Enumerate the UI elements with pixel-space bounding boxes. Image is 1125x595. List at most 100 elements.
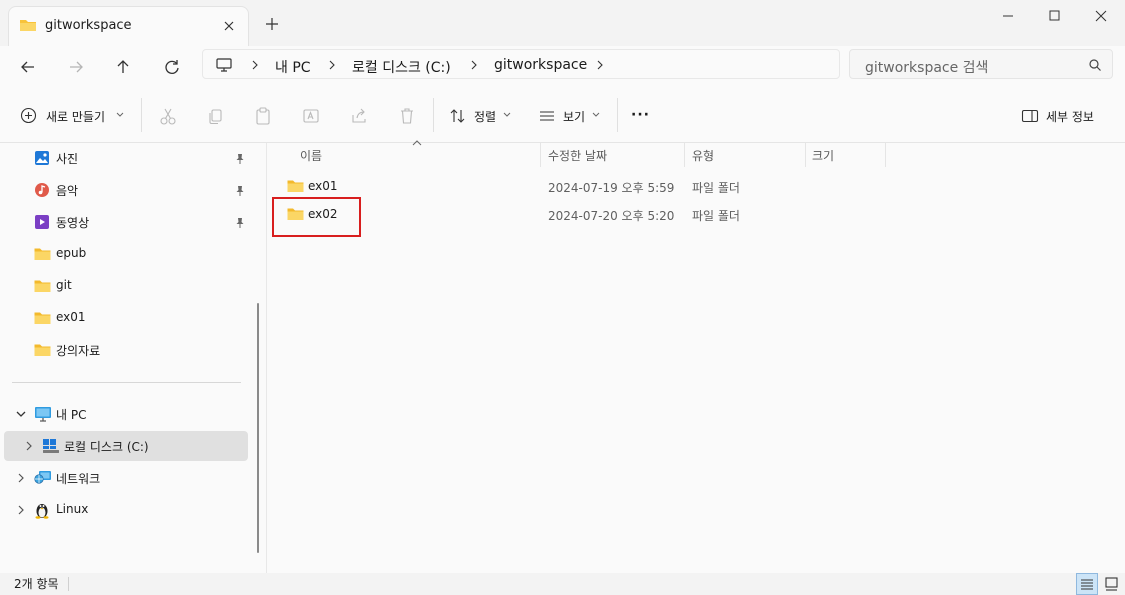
sidebar-item-local-disk[interactable]: 로컬 디스크 (C:) [4,431,248,461]
search-placeholder: gitworkspace 검색 [865,60,989,76]
sidebar-item-label: epub [56,246,87,260]
large-icons-view-button[interactable] [1101,573,1123,595]
new-button[interactable]: 새로 만들기 [20,102,132,130]
sort-ascending-icon [412,139,422,147]
file-modified: 2024-07-20 오후 5:20 [548,209,675,223]
pin-icon [234,153,246,165]
column-divider[interactable] [684,143,685,167]
tab-gitworkspace[interactable]: gitworkspace [8,6,249,47]
folder-icon [19,17,37,33]
chevron-down-icon[interactable] [15,408,27,420]
toolbar-divider [617,98,618,132]
breadcrumb-chevron-icon [327,57,337,73]
folder-icon [34,311,51,325]
sidebar-item-lecture-materials[interactable]: 강의자료 [4,335,248,365]
sidebar-item-linux[interactable]: Linux [4,495,248,525]
drive-icon [42,438,60,454]
column-header-name[interactable]: 이름 [300,147,322,164]
sidebar-item-photos[interactable]: 사진 [4,143,248,173]
delete-button[interactable] [397,102,417,130]
column-header-row: 이름 수정한 날짜 유형 크기 [278,140,1108,167]
tab-close-icon[interactable] [219,16,239,36]
file-name: ex01 [308,179,338,193]
breadcrumb-chevron-icon[interactable] [595,57,605,73]
address-bar[interactable]: 내 PC 로컬 디스크 (C:) gitworkspace [202,49,840,79]
sidebar-item-label: 음악 [56,184,79,198]
folder-icon [34,247,51,261]
command-bar: 새로 만들기 정렬 보기 ··· 세부 정보 [0,88,1125,143]
column-divider[interactable] [805,143,806,167]
sidebar-item-videos[interactable]: 동영상 [4,207,248,237]
details-view-button[interactable] [1076,573,1098,595]
chevron-down-icon [116,112,124,118]
file-row-ex01[interactable]: ex01 2024-07-19 오후 5:59 파일 폴더 [278,173,1108,199]
details-pane-button[interactable]: 세부 정보 [1021,102,1111,130]
sidebar-item-label: 내 PC [56,408,87,422]
linux-icon [34,501,50,519]
back-button[interactable] [13,52,43,82]
maximize-button[interactable] [1031,4,1077,28]
details-pane-icon [1021,108,1039,124]
rename-button[interactable] [301,102,321,130]
pc-icon [215,57,233,73]
view-button[interactable]: 보기 [538,102,602,130]
cut-button[interactable] [158,102,178,130]
column-header-size[interactable]: 크기 [812,147,834,164]
file-type: 파일 폴더 [692,209,740,223]
sidebar-item-label: git [56,278,72,292]
breadcrumb-item-local-disk[interactable]: 로컬 디스크 (C:) [352,57,451,77]
window-close-button[interactable] [1078,4,1124,28]
chevron-right-icon[interactable] [23,440,35,452]
column-header-modified[interactable]: 수정한 날짜 [548,147,607,164]
music-icon [34,182,50,198]
file-type: 파일 폴더 [692,181,740,195]
breadcrumb-item-pc[interactable]: 내 PC [275,57,311,77]
copy-button[interactable] [206,102,226,130]
pc-icon [34,406,52,422]
toolbar-divider [141,98,142,132]
sidebar-item-network[interactable]: 네트워크 [4,463,248,493]
sort-icon [449,107,467,125]
column-divider[interactable] [885,143,886,167]
minimize-button[interactable] [985,4,1031,28]
search-input[interactable]: gitworkspace 검색 [849,49,1113,79]
navigation-pane: 사진 음악 동영상 epub git ex01 강의자료 내 PC 로컬 디스크… [0,143,266,573]
new-button-label: 새로 만들기 [46,110,106,124]
refresh-button[interactable] [157,52,187,82]
file-row-ex02[interactable]: ex02 2024-07-20 오후 5:20 파일 폴더 [278,201,1108,227]
sort-button[interactable]: 정렬 [449,102,513,130]
more-options-button[interactable]: ··· [631,107,650,135]
video-icon [34,214,50,230]
folder-icon [34,279,51,293]
column-divider[interactable] [540,143,541,167]
content-area: 사진 음악 동영상 epub git ex01 강의자료 내 PC 로컬 디스크… [0,140,1125,573]
sidebar-scrollbar[interactable] [257,303,259,553]
view-button-label: 보기 [563,110,586,124]
sidebar-item-git[interactable]: git [4,271,248,301]
sidebar-item-this-pc[interactable]: 내 PC [4,399,248,429]
up-button[interactable] [108,52,138,82]
network-icon [34,470,52,486]
new-tab-button[interactable] [262,14,282,34]
view-list-icon [538,108,556,124]
forward-button[interactable] [61,52,91,82]
photos-icon [34,150,50,166]
sidebar-item-epub[interactable]: epub [4,239,248,269]
chevron-right-icon[interactable] [15,472,27,484]
column-header-type[interactable]: 유형 [692,147,714,164]
folder-icon [287,179,304,193]
tab-title: gitworkspace [45,18,132,33]
paste-button[interactable] [253,102,273,130]
sidebar-divider [12,382,241,383]
sidebar-item-ex01[interactable]: ex01 [4,303,248,333]
sidebar-item-music[interactable]: 음악 [4,175,248,205]
title-bar: gitworkspace [0,0,1125,47]
sidebar-item-label: 동영상 [56,216,90,230]
pane-divider[interactable] [266,143,267,573]
breadcrumb-item-gitworkspace[interactable]: gitworkspace [494,57,587,73]
share-button[interactable] [349,102,369,130]
chevron-right-icon[interactable] [15,504,27,516]
sidebar-item-label: 사진 [56,152,79,166]
sidebar-item-label: ex01 [56,310,86,324]
file-modified: 2024-07-19 오후 5:59 [548,181,675,195]
